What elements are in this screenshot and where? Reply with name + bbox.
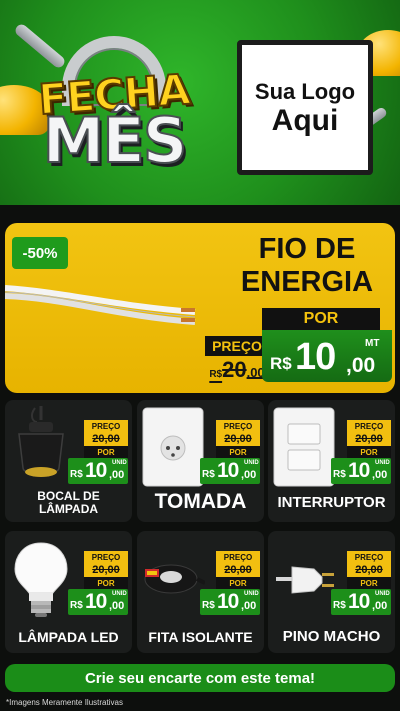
price-int: 10 — [217, 590, 239, 613]
new-price: R$ 10 ,00 UNID — [331, 458, 391, 484]
price-unit: UNID — [112, 460, 127, 466]
price-int: 10 — [85, 590, 107, 613]
price-unit: UNID — [375, 591, 390, 597]
price-currency: R$ — [333, 469, 346, 480]
cable-image — [5, 285, 196, 325]
new-price: R$ 10 ,00 UNID — [200, 458, 260, 484]
old-price-int: 20 — [222, 357, 247, 382]
new-price: R$ 10 ,00 UNID — [68, 589, 128, 615]
old-price: 20,00 — [347, 563, 391, 577]
preco-label: PREÇO — [347, 551, 391, 563]
por-label: POR — [216, 446, 260, 458]
price-cents: ,00 — [372, 600, 388, 612]
price-cents: ,00 — [372, 469, 388, 481]
product-name: PINO MACHO — [282, 627, 381, 645]
price-int: 10 — [217, 459, 239, 482]
product-card-fita-isolante[interactable]: PREÇO 20,00 POR R$ 10 ,00 UNID FITA ISOL… — [137, 531, 264, 653]
por-label: POR — [347, 577, 391, 589]
price-cents: ,00 — [241, 600, 257, 612]
product-card-pino-macho[interactable]: PREÇO 20,00 POR R$ 10 ,00 UNID PINO MACH… — [268, 531, 395, 653]
por-label: POR — [84, 577, 128, 589]
preco-label: PREÇO — [205, 336, 269, 356]
price-cents: ,00 — [109, 600, 125, 612]
old-price: 20,00 — [84, 432, 128, 446]
product-card-lampada-led[interactable]: PREÇO 20,00 POR R$ 10 ,00 UNID LÂMPADA L… — [5, 531, 132, 653]
product-name: BOCAL DE LÂMPADA — [5, 488, 132, 516]
price-int: 10 — [85, 459, 107, 482]
price-unit: UNID — [244, 460, 259, 466]
new-price-currency: R$ — [270, 354, 292, 373]
old-price: 20,00 — [84, 563, 128, 577]
insulating-tape-image — [144, 564, 205, 594]
product-name-line2: LÂMPADA — [38, 501, 99, 516]
product-name-line1: BOCAL DE — [37, 488, 100, 503]
old-price: 20,00 — [216, 563, 260, 577]
feature-title: FIO DE ENERGIA — [223, 233, 391, 299]
plug-image — [276, 566, 334, 594]
price-unit: UNID — [112, 591, 127, 597]
preco-label: PREÇO — [84, 420, 128, 432]
new-price: R$ 10 ,00 UNID — [68, 458, 128, 484]
product-name: LÂMPADA LED — [18, 628, 119, 645]
price-currency: R$ — [70, 600, 83, 611]
product-name: TOMADA — [154, 489, 247, 513]
feature-title-line1: FIO DE — [258, 233, 356, 265]
por-label: POR — [216, 577, 260, 589]
product-card-tomada[interactable]: PREÇO 20,00 POR R$ 10 ,00 UNID TOMADA — [137, 400, 264, 522]
lamp-socket-image — [18, 406, 64, 477]
new-price-box: R$ 10 ,00 MT — [262, 330, 392, 382]
new-price: R$ 10 ,00 UNID — [331, 589, 391, 615]
por-label: POR — [262, 308, 380, 330]
disclaimer: *Imagens Meramente Ilustrativas — [6, 698, 123, 707]
light-switch-image — [273, 407, 335, 487]
product-name: INTERRUPTOR — [277, 493, 386, 511]
product-card-interruptor[interactable]: PREÇO 20,00 POR R$ 10 ,00 UNID INTERRUPT… — [268, 400, 395, 522]
price-currency: R$ — [202, 600, 215, 611]
por-label: POR — [84, 446, 128, 458]
title-mes: MÊS — [42, 103, 189, 178]
price-cents: ,00 — [241, 469, 257, 481]
product-name: FITA ISOLANTE — [148, 628, 253, 645]
header-banner: FECHA MÊS Sua Logo Aqui — [0, 0, 400, 205]
outlet-image — [142, 407, 204, 487]
logo-text-line1: Sua Logo — [254, 78, 356, 104]
product-card-bocal[interactable]: PREÇO 20,00 POR R$ 10 ,00 UNID BOCAL DE … — [5, 400, 132, 522]
price-unit: UNID — [375, 460, 390, 466]
preco-label: PREÇO — [84, 551, 128, 563]
new-price-cents: ,00 — [346, 354, 376, 377]
price-int: 10 — [348, 459, 370, 482]
price-cents: ,00 — [109, 469, 125, 481]
feature-title-line2: ENERGIA — [240, 266, 374, 298]
logo-placeholder[interactable]: Sua Logo Aqui — [237, 40, 373, 175]
price-currency: R$ — [333, 600, 346, 611]
new-price: R$ 10 ,00 UNID — [200, 589, 260, 615]
old-price: 20,00 — [216, 432, 260, 446]
price-currency: R$ — [70, 469, 83, 480]
price-currency: R$ — [202, 469, 215, 480]
preco-label: PREÇO — [216, 420, 260, 432]
old-price-currency: R$ — [209, 369, 223, 380]
cta-button[interactable]: Crie seu encarte com este tema! — [5, 664, 395, 692]
logo-text-line2: Aqui — [271, 103, 339, 137]
wrench-image — [13, 22, 67, 70]
new-price-unit: MT — [365, 338, 380, 349]
old-price: 20,00 — [347, 432, 391, 446]
discount-badge: -50% — [12, 237, 68, 269]
preco-label: PREÇO — [347, 420, 391, 432]
por-label: POR — [347, 446, 391, 458]
price-int: 10 — [348, 590, 370, 613]
price-unit: UNID — [244, 591, 259, 597]
led-bulb-image — [14, 542, 68, 617]
preco-label: PREÇO — [216, 551, 260, 563]
new-price-int: 10 — [295, 336, 336, 378]
